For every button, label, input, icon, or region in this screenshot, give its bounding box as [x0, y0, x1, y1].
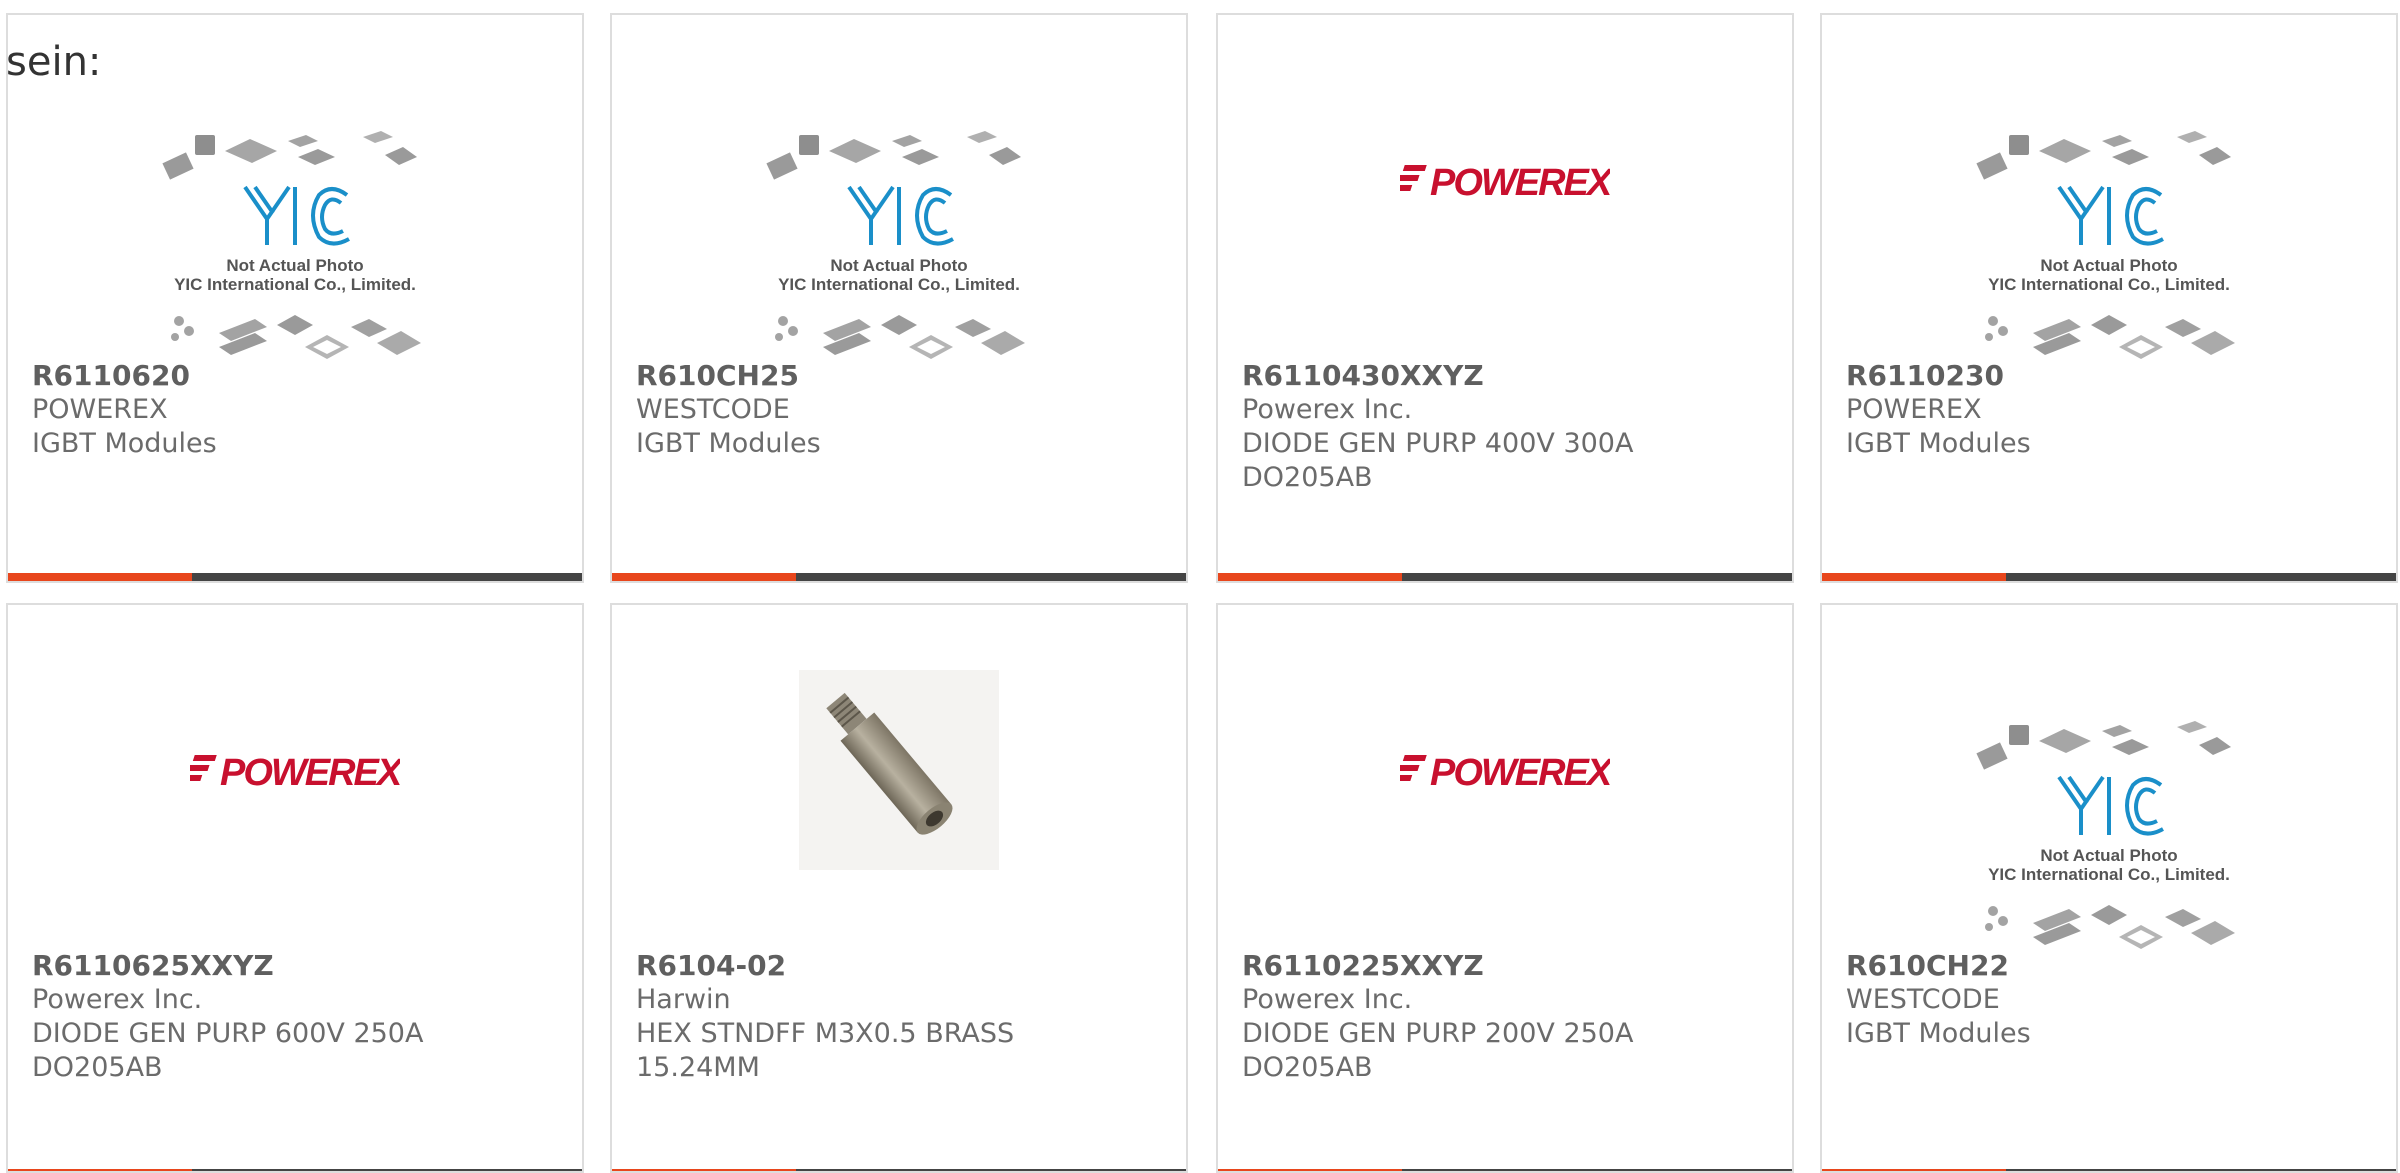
card-base-bar	[796, 573, 1186, 581]
card-base-bar	[1402, 573, 1792, 581]
product-image[interactable]: POWEREX	[8, 605, 582, 935]
card-accent-bar	[1822, 1169, 2006, 1171]
description-line: IGBT Modules	[636, 428, 821, 459]
product-info: R6110620 POWEREX IGBT Modules	[32, 359, 552, 461]
product-card[interactable]: Not Actual Photo YIC International Co., …	[6, 13, 584, 583]
part-number-link[interactable]: R610CH25	[636, 359, 1156, 393]
card-base-bar	[1402, 1169, 1792, 1171]
manufacturer: POWEREX	[1846, 394, 1982, 425]
manufacturer: POWEREX	[32, 394, 168, 425]
powerex-logo-text: POWEREX	[220, 752, 400, 794]
powerex-logo-text: POWEREX	[1430, 162, 1610, 204]
description-line: 15.24MM	[636, 1052, 760, 1083]
part-number-link[interactable]: R6110620	[32, 359, 552, 393]
product-card[interactable]: POWEREX R6110225XXYZ Powerex Inc. DIODE GE…	[1216, 603, 1794, 1173]
placeholder-image: Not Actual Photo YIC International Co., …	[1976, 721, 2235, 949]
description-line: DIODE GEN PURP 400V 300A	[1242, 428, 1634, 459]
card-accent-bar	[1218, 1169, 1402, 1171]
product-card[interactable]: POWEREX R6110430XXYZ Powerex Inc. DIODE GE…	[1216, 13, 1794, 583]
card-accent-bar	[1822, 573, 2006, 581]
card-base-bar	[192, 573, 582, 581]
card-base-bar	[2006, 573, 2396, 581]
card-accent-bar	[612, 573, 796, 581]
product-info: R6104-02 Harwin HEX STNDFF M3X0.5 BRASS 15.…	[636, 949, 1156, 1085]
product-image[interactable]: Not Actual Photo YIC International Co., …	[612, 15, 1186, 415]
product-info: R610CH25 WESTCODE IGBT Modules	[636, 359, 1156, 461]
product-card[interactable]: R6104-02 Harwin HEX STNDFF M3X0.5 BRASS 15.…	[610, 603, 1188, 1173]
part-number-link[interactable]: R6110225XXYZ	[1242, 949, 1762, 983]
description-line: IGBT Modules	[1846, 428, 2031, 459]
product-card[interactable]: Not Actual Photo YIC International Co., …	[1820, 603, 2398, 1173]
product-info: R6110225XXYZ Powerex Inc. DIODE GEN PURP 2…	[1242, 949, 1762, 1085]
powerex-logo: POWEREX	[1400, 162, 1610, 204]
product-image[interactable]: POWEREX	[1218, 605, 1792, 935]
card-base-bar	[2006, 1169, 2396, 1171]
part-number-link[interactable]: R6110625XXYZ	[32, 949, 552, 983]
manufacturer: WESTCODE	[636, 394, 790, 425]
placeholder-image: Not Actual Photo YIC International Co., …	[1976, 131, 2235, 359]
placeholder-caption-2: YIC International Co., Limited.	[778, 275, 1020, 294]
description-line: IGBT Modules	[32, 428, 217, 459]
description-line: DIODE GEN PURP 600V 250A	[32, 1018, 424, 1049]
powerex-logo-text: POWEREX	[1430, 752, 1610, 794]
product-image[interactable]: Not Actual Photo YIC International Co., …	[1822, 605, 2396, 1005]
card-base-bar	[192, 1169, 582, 1171]
part-number-link[interactable]: R6104-02	[636, 949, 1156, 983]
placeholder-caption-1: Not Actual Photo	[830, 256, 967, 275]
lead-text: sein:	[6, 39, 102, 85]
product-info: R6110430XXYZ Powerex Inc. DIODE GEN PURP 4…	[1242, 359, 1762, 495]
description-line: DO205AB	[32, 1052, 163, 1083]
placeholder-image: Not Actual Photo YIC International Co., …	[162, 131, 421, 359]
manufacturer: WESTCODE	[1846, 984, 2000, 1015]
placeholder-caption-1: Not Actual Photo	[2040, 256, 2177, 275]
product-card[interactable]: POWEREX R6110625XXYZ Powerex Inc. DIODE GE…	[6, 603, 584, 1173]
card-accent-bar	[1218, 573, 1402, 581]
card-accent-bar	[612, 1169, 796, 1171]
description-line: IGBT Modules	[1846, 1018, 2031, 1049]
description-line: DO205AB	[1242, 1052, 1373, 1083]
description-line: DO205AB	[1242, 462, 1373, 493]
product-image[interactable]	[612, 605, 1186, 935]
product-info: R610CH22 WESTCODE IGBT Modules	[1846, 949, 2366, 1051]
product-grid: Not Actual Photo YIC International Co., …	[0, 0, 2400, 1173]
product-card[interactable]: Not Actual Photo YIC International Co., …	[610, 13, 1188, 583]
placeholder-caption-2: YIC International Co., Limited.	[1988, 865, 2230, 884]
placeholder-caption-2: YIC International Co., Limited.	[1988, 275, 2230, 294]
card-base-bar	[796, 1169, 1186, 1171]
powerex-logo: POWEREX	[190, 752, 400, 794]
product-info: R6110625XXYZ Powerex Inc. DIODE GEN PURP 6…	[32, 949, 552, 1085]
powerex-logo: POWEREX	[1400, 752, 1610, 794]
part-number-link[interactable]: R610CH22	[1846, 949, 2366, 983]
placeholder-caption-1: Not Actual Photo	[226, 256, 363, 275]
manufacturer: Powerex Inc.	[1242, 984, 1413, 1015]
manufacturer: Powerex Inc.	[32, 984, 203, 1015]
placeholder-image: Not Actual Photo YIC International Co., …	[766, 131, 1025, 359]
product-info: R6110230 POWEREX IGBT Modules	[1846, 359, 2366, 461]
product-image[interactable]: Not Actual Photo YIC International Co., …	[1822, 15, 2396, 415]
placeholder-caption-2: YIC International Co., Limited.	[174, 275, 416, 294]
manufacturer: Harwin	[636, 984, 731, 1015]
placeholder-caption-1: Not Actual Photo	[2040, 846, 2177, 865]
card-accent-bar	[8, 573, 192, 581]
card-accent-bar	[8, 1169, 192, 1171]
product-card[interactable]: Not Actual Photo YIC International Co., …	[1820, 13, 2398, 583]
part-number-link[interactable]: R6110230	[1846, 359, 2366, 393]
manufacturer: Powerex Inc.	[1242, 394, 1413, 425]
product-image[interactable]: POWEREX	[1218, 15, 1792, 345]
part-number-link[interactable]: R6110430XXYZ	[1242, 359, 1762, 393]
description-line: HEX STNDFF M3X0.5 BRASS	[636, 1018, 1015, 1049]
description-line: DIODE GEN PURP 200V 250A	[1242, 1018, 1634, 1049]
standoff-photo	[799, 670, 999, 870]
